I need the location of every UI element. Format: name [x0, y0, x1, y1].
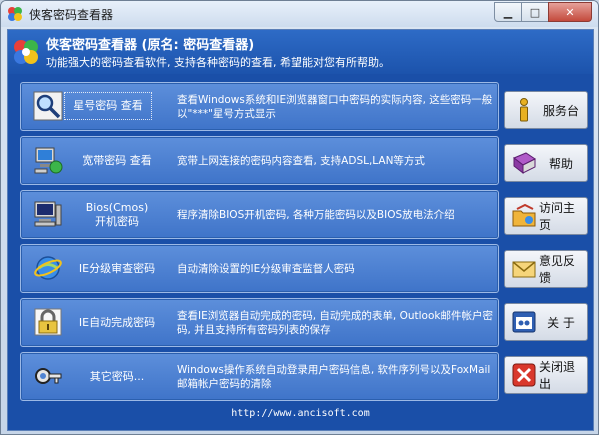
button-label: 关 于 — [547, 315, 575, 330]
app-icon — [8, 7, 22, 21]
panel-other-passwords[interactable]: 其它密码... Windows操作系统自动登录用户密码信息, 软件序列号以及Fo… — [20, 352, 499, 401]
feedback-button[interactable]: 意见反馈 — [504, 250, 588, 288]
button-label: 访问主页 — [539, 201, 576, 232]
panel-bios-password[interactable]: Bios(Cmos) 开机密码 程序清除BIOS开机密码, 各种万能密码以及BIO… — [20, 190, 499, 239]
close-x-icon — [512, 363, 536, 387]
website-url[interactable]: http://www.ancisoft.com — [8, 408, 593, 426]
padlock-icon — [34, 308, 62, 336]
window-title: 侠客密码查看器 — [29, 8, 114, 22]
panel-description: 自动清除设置的IE分级审查监督人密码 — [177, 262, 355, 275]
logo-icon — [14, 40, 38, 64]
home-folder-icon — [512, 203, 536, 227]
header-banner: 侠客密码查看器 (原名: 密码查看器) 功能强大的密码查看软件, 支持各种密码的… — [8, 30, 593, 74]
close-button[interactable]: ✕ — [548, 2, 592, 22]
panel-description: 查看Windows系统和IE浏览器窗口中密码的实际内容, 这些密码一般以"***… — [177, 93, 493, 120]
close-exit-button[interactable]: 关闭退出 — [504, 356, 588, 394]
key-icon — [35, 368, 62, 384]
about-button[interactable]: 关 于 — [504, 303, 588, 341]
panel-label: Bios(Cmos) 开机密码 — [85, 200, 149, 228]
panel-description: Windows操作系统自动登录用户密码信息, 软件序列号以及FoxMail 邮箱… — [177, 363, 491, 390]
service-desk-button[interactable]: 服务台 — [504, 91, 588, 129]
panel-label: 其它密码... — [89, 369, 145, 383]
help-button[interactable]: 帮助 — [504, 144, 588, 182]
ie-globe-icon — [34, 256, 62, 280]
header-title: 侠客密码查看器 (原名: 密码查看器) — [46, 38, 255, 53]
info-icon — [520, 98, 528, 122]
computer-icon — [34, 201, 62, 227]
panel-description: 查看IE浏览器自动完成的密码, 自动完成的表单, Outlook邮件帐户密码, … — [177, 309, 493, 336]
maximize-button[interactable]: □ — [521, 2, 549, 22]
button-label: 帮助 — [548, 156, 573, 171]
minimize-icon: ▁ — [503, 5, 513, 19]
close-icon: ✕ — [565, 5, 575, 19]
panel-ie-content-advisor[interactable]: IE分级审查密码 自动清除设置的IE分级审查监督人密码 — [20, 244, 499, 293]
client-area: 侠客密码查看器 (原名: 密码查看器) 功能强大的密码查看软件, 支持各种密码的… — [7, 29, 594, 431]
header-subtitle: 功能强大的密码查看软件, 支持各种密码的查看, 希望能对您有所帮助。 — [46, 56, 390, 69]
button-label: 服务台 — [542, 103, 579, 118]
window-controls: ▁ □ ✕ — [494, 2, 592, 22]
panel-label: 宽带密码 查看 — [82, 153, 152, 167]
about-window-icon — [512, 311, 536, 333]
help-book-icon — [513, 152, 536, 175]
title-bar[interactable]: 侠客密码查看器 ▁ □ ✕ — [1, 1, 598, 27]
panel-label: IE分级审查密码 — [78, 261, 156, 275]
minimize-button[interactable]: ▁ — [494, 2, 522, 22]
panel-description: 程序清除BIOS开机密码, 各种万能密码以及BIOS放电法介绍 — [177, 208, 455, 221]
network-computer-icon — [34, 147, 63, 174]
button-label: 意见反馈 — [539, 254, 576, 285]
visit-homepage-button[interactable]: 访问主页 — [504, 197, 588, 235]
mail-icon — [512, 261, 536, 278]
button-label: 关闭退出 — [539, 360, 576, 391]
panel-broadband-password[interactable]: 宽带密码 查看 宽带上网连接的密码内容查看, 支持ADSL,LAN等方式 — [20, 136, 499, 185]
panel-star-password[interactable]: 星号密码 查看 查看Windows系统和IE浏览器窗口中密码的实际内容, 这些密… — [20, 82, 499, 131]
maximize-icon: □ — [529, 5, 541, 19]
panel-ie-autocomplete-password[interactable]: IE自动完成密码 查看IE浏览器自动完成的密码, 自动完成的表单, Outloo… — [20, 298, 499, 347]
main-window: 侠客密码查看器 ▁ □ ✕ 侠客密码查看器 (原名: 密码查看器) 功能强大的密… — [0, 0, 599, 435]
panel-label: IE自动完成密码 — [78, 315, 156, 329]
panel-description: 宽带上网连接的密码内容查看, 支持ADSL,LAN等方式 — [177, 154, 425, 167]
magnifier-icon — [33, 91, 63, 121]
panel-label: 星号密码 查看 — [64, 92, 152, 120]
